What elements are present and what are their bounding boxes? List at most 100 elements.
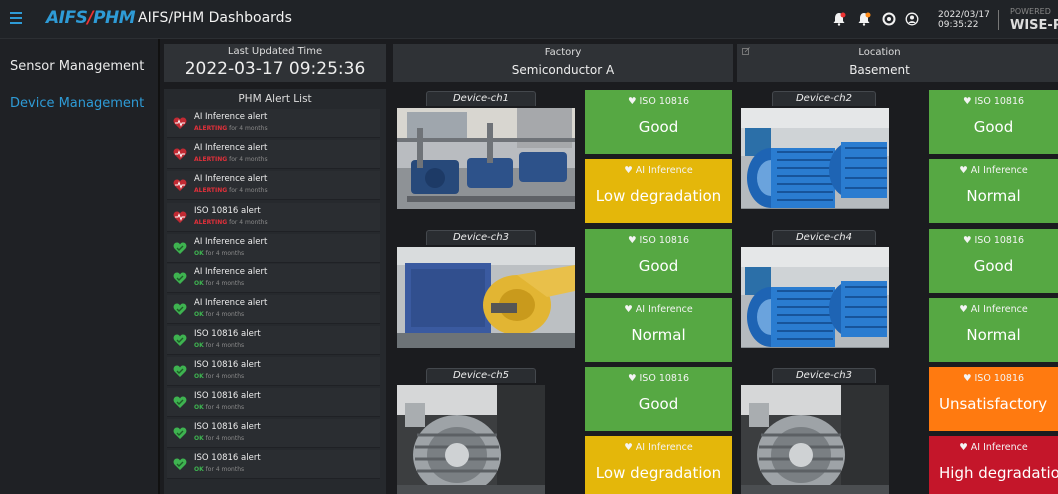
alert-row[interactable]: AI Inference alert OK for 4 months — [167, 264, 380, 293]
iso-status-value: Good — [638, 395, 679, 413]
notification-bell-icon[interactable] — [857, 12, 871, 26]
sidebar-item-device-management[interactable]: Device Management — [10, 96, 144, 111]
alert-status: OK for 4 months — [194, 466, 244, 473]
heart-alert-icon — [173, 179, 187, 191]
alert-row[interactable]: ISO 10816 alert ALERTING for 4 months — [167, 203, 380, 232]
alert-row[interactable]: ISO 10816 alert OK for 4 months — [167, 419, 380, 448]
current-date: 2022/03/17 — [938, 10, 990, 20]
alert-status: ALERTING for 4 months — [194, 156, 268, 163]
alert-status: OK for 4 months — [194, 342, 244, 349]
alert-list-title: PHM Alert List — [238, 93, 312, 105]
ai-inference-status[interactable]: ♥ AI Inference Low degradation — [585, 159, 732, 223]
menu-icon[interactable] — [10, 12, 22, 24]
ai-inference-status[interactable]: ♥ AI Inference Low degradation — [585, 436, 732, 494]
ai-status-label: ♥ AI Inference — [959, 165, 1028, 176]
ai-inference-status[interactable]: ♥ AI Inference Normal — [929, 159, 1058, 223]
alert-state: ALERTING — [194, 187, 228, 194]
iso-10816-status[interactable]: ♥ ISO 10816 Good — [585, 229, 732, 293]
ai-status-label: ♥ AI Inference — [624, 165, 693, 176]
heart-ok-icon — [173, 272, 187, 284]
alert-status: OK for 4 months — [194, 280, 244, 287]
user-icon[interactable] — [905, 12, 919, 26]
iso-10816-status[interactable]: ♥ ISO 10816 Unsatisfactory — [929, 367, 1058, 431]
device-name: Device-ch5 — [452, 370, 509, 381]
device-name-tab[interactable]: Device-ch2 — [772, 91, 876, 106]
iso-10816-status[interactable]: ♥ ISO 10816 Good — [929, 90, 1058, 154]
alert-status: OK for 4 months — [194, 404, 244, 411]
alert-title: ISO 10816 alert — [194, 391, 261, 401]
powered-by-label: POWERED — [1010, 7, 1051, 16]
alert-row[interactable]: AI Inference alert ALERTING for 4 months — [167, 140, 380, 169]
alert-status: OK for 4 months — [194, 435, 244, 442]
alert-status: OK for 4 months — [194, 373, 244, 380]
device-name: Device-ch2 — [795, 93, 852, 104]
alert-row[interactable]: AI Inference alert OK for 4 months — [167, 295, 380, 324]
alert-bell-icon[interactable] — [832, 12, 846, 26]
location-label: Location — [858, 47, 901, 58]
alert-row[interactable]: AI Inference alert OK for 4 months — [167, 234, 380, 263]
iso-10816-status[interactable]: ♥ ISO 10816 Good — [929, 229, 1058, 293]
alert-row[interactable]: ISO 10816 alert OK for 4 months — [167, 388, 380, 417]
heart-ok-icon — [173, 303, 187, 315]
alert-state: OK — [194, 342, 204, 349]
heart-ok-icon — [173, 242, 187, 254]
location-value: Basement — [849, 63, 910, 77]
iso-10816-status[interactable]: ♥ ISO 10816 Good — [585, 90, 732, 154]
iso-status-label: ♥ ISO 10816 — [627, 96, 690, 107]
device-photo — [397, 247, 575, 348]
alert-row[interactable]: AI Inference alert ALERTING for 4 months — [167, 171, 380, 200]
alert-title: ISO 10816 alert — [194, 453, 261, 463]
divider — [998, 10, 999, 30]
alert-state: OK — [194, 250, 204, 257]
alert-title: ISO 10816 alert — [194, 206, 261, 216]
datetime-display: 2022/03/17 09:35:22 — [938, 10, 990, 30]
heart-alert-icon — [173, 211, 187, 223]
alert-duration: for 4 months — [227, 156, 268, 163]
location-panel: Location Basement — [737, 44, 1058, 82]
current-time: 09:35:22 — [938, 20, 979, 30]
device-name-tab[interactable]: Device-ch1 — [426, 91, 536, 106]
ai-inference-status[interactable]: ♥ AI Inference Normal — [585, 298, 732, 362]
alert-title: ISO 10816 alert — [194, 360, 261, 370]
alert-state: OK — [194, 311, 204, 318]
alert-title: AI Inference alert — [194, 267, 268, 277]
iso-status-label: ♥ ISO 10816 — [962, 96, 1025, 107]
heart-ok-icon — [173, 458, 187, 470]
settings-icon[interactable] — [882, 12, 896, 26]
ai-status-value: Normal — [966, 187, 1021, 205]
device-name: Device-ch4 — [795, 232, 852, 243]
sidebar: Sensor Management Device Management — [0, 39, 160, 494]
alert-state: ALERTING — [194, 219, 228, 226]
alert-state: ALERTING — [194, 125, 228, 132]
iso-status-value: Good — [638, 118, 679, 136]
iso-status-value: Good — [973, 118, 1014, 136]
iso-10816-status[interactable]: ♥ ISO 10816 Good — [585, 367, 732, 431]
heart-ok-icon — [173, 396, 187, 408]
device-name: Device-ch1 — [452, 93, 509, 104]
factory-panel: Factory Semiconductor A — [393, 44, 733, 82]
sidebar-item-sensor-management[interactable]: Sensor Management — [10, 59, 144, 74]
dashboard-title: AIFS/PHM Dashboards — [138, 10, 292, 26]
alert-duration: for 4 months — [227, 219, 268, 226]
alert-row[interactable]: AI Inference alert ALERTING for 4 months — [167, 109, 380, 138]
alert-row[interactable]: ISO 10816 alert OK for 4 months — [167, 357, 380, 386]
device-photo — [397, 385, 575, 494]
iso-status-value: Good — [638, 257, 679, 275]
device-name-tab[interactable]: Device-ch4 — [772, 230, 876, 245]
device-name-tab[interactable]: Device-ch3 — [772, 368, 876, 383]
alert-duration: for 4 months — [203, 342, 245, 349]
device-name-tab[interactable]: Device-ch5 — [426, 368, 536, 383]
ai-inference-status[interactable]: ♥ AI Inference High degradation — [929, 436, 1058, 494]
device-name-tab[interactable]: Device-ch3 — [426, 230, 536, 245]
alert-row[interactable]: ISO 10816 alert OK for 4 months — [167, 450, 380, 479]
iso-status-label: ♥ ISO 10816 — [627, 235, 690, 246]
iso-status-label: ♥ ISO 10816 — [962, 373, 1025, 384]
heart-ok-icon — [173, 365, 187, 377]
alert-status: OK for 4 months — [194, 311, 244, 318]
last-updated-panel: Last Updated Time 2022-03-17 09:25:36 — [164, 44, 386, 82]
ai-inference-status[interactable]: ♥ AI Inference Normal — [929, 298, 1058, 362]
alert-row[interactable]: ISO 10816 alert OK for 4 months — [167, 326, 380, 355]
alert-title: AI Inference alert — [194, 112, 268, 122]
alert-status: ALERTING for 4 months — [194, 125, 268, 132]
iso-status-value: Unsatisfactory — [939, 395, 1048, 413]
